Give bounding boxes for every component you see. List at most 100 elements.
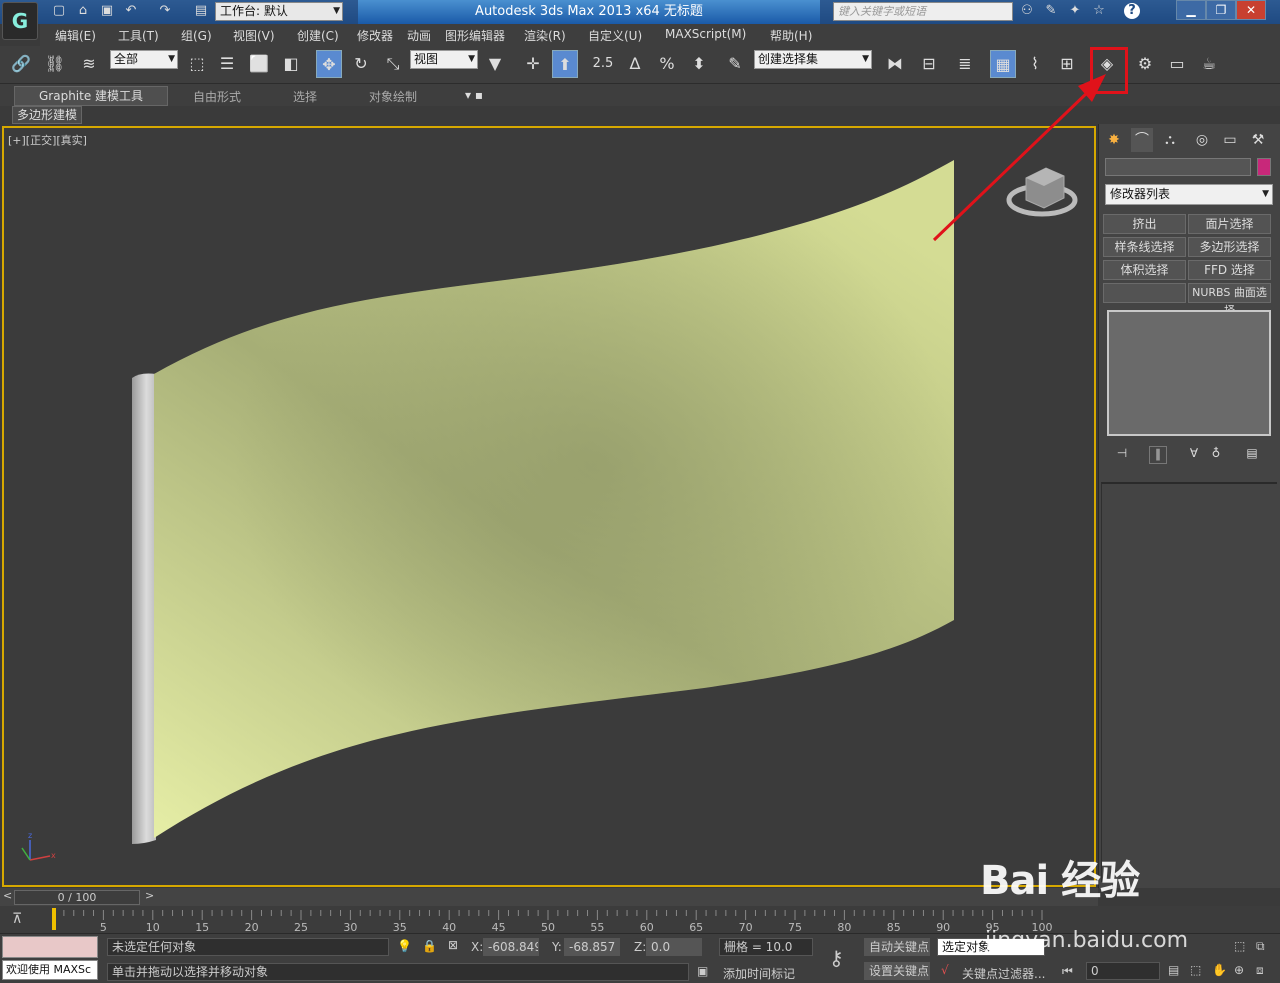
time-prev-icon[interactable]: < (3, 889, 12, 902)
menu-views[interactable]: 视图(V) (233, 27, 275, 44)
current-frame-marker[interactable] (52, 908, 56, 930)
select-object-icon[interactable]: ⬚ (184, 50, 210, 78)
isolate-icon[interactable]: 💡 (397, 939, 412, 953)
menu-graph-editors[interactable]: 图形编辑器 (445, 27, 505, 44)
close-button[interactable]: ✕ (1236, 0, 1266, 20)
auto-key-button[interactable]: 自动关键点 (864, 938, 930, 956)
new-file-icon[interactable]: ▢ (50, 3, 68, 19)
create-tab-icon[interactable]: ✸ (1103, 128, 1125, 152)
tab-graphite-modeling[interactable]: Graphite 建模工具 (14, 86, 169, 106)
selection-filter-dropdown[interactable]: 全部 ▼ (110, 50, 178, 69)
workspace-dropdown[interactable]: 工作台: 默认 ▼ (215, 2, 343, 21)
restore-button[interactable]: ❐ (1206, 0, 1236, 20)
open-file-icon[interactable]: ⌂ (74, 3, 92, 19)
viewport-label[interactable]: [+][正交][真实] (8, 132, 87, 148)
rendered-frame-window-icon[interactable]: ▭ (1164, 50, 1190, 78)
undo-icon[interactable]: ↶ (122, 3, 140, 19)
menu-edit[interactable]: 编辑(E) (55, 27, 96, 44)
lock-selection-icon[interactable]: 🔒 (422, 939, 437, 953)
menu-create[interactable]: 创建(C) (297, 27, 339, 44)
modifier-spline-select-button[interactable]: 样条线选择 (1103, 237, 1186, 257)
menu-group[interactable]: 组(G) (181, 27, 212, 44)
favorites-star-icon[interactable]: ☆ (1090, 3, 1108, 19)
modifier-stack-view[interactable] (1107, 310, 1271, 436)
select-manipulate-icon[interactable]: ✛ (520, 50, 546, 78)
modifier-list-dropdown[interactable]: 修改器列表 ▼ (1105, 184, 1273, 205)
modifier-poly-select-button[interactable]: 多边形选择 (1188, 237, 1271, 257)
go-to-start-icon[interactable]: ⏮ (1062, 964, 1073, 979)
keyboard-shortcut-override-icon[interactable]: ⬆ (552, 50, 578, 78)
modify-tab-icon[interactable]: ⌒ (1131, 128, 1153, 152)
edit-named-selection-icon[interactable]: ✎ (722, 50, 748, 78)
time-config-icon[interactable]: ▤ (1168, 963, 1179, 977)
orbit-icon[interactable]: ⊕ (1234, 963, 1244, 977)
object-name-field[interactable] (1105, 158, 1251, 176)
menu-tools[interactable]: 工具(T) (118, 27, 159, 44)
tab-selection[interactable]: 选择 (293, 88, 317, 105)
rectangular-selection-icon[interactable]: ⬜ (246, 50, 272, 78)
redo-icon[interactable]: ↷ (156, 3, 174, 19)
binoculars-icon[interactable]: ⚇ (1018, 3, 1036, 19)
bind-space-warp-icon[interactable]: ≋ (76, 50, 102, 78)
polygon-modeling-panel[interactable]: 多边形建模 (12, 106, 83, 124)
window-crossing-icon[interactable]: ◧ (278, 50, 304, 78)
y-coord-field[interactable]: -68.857 (564, 938, 620, 956)
zoom-region-icon[interactable]: ⬚ (1190, 963, 1201, 977)
key-filters-button[interactable]: 关键点过滤器... (962, 965, 1045, 982)
search-input[interactable]: 键入关键字或短语 (833, 2, 1013, 21)
time-tag-icon[interactable]: ▣ (697, 964, 708, 978)
reference-coordinate-dropdown[interactable]: 视图 ▼ (410, 50, 478, 69)
maxscript-listener-mini[interactable] (2, 936, 98, 958)
object-color-swatch[interactable] (1257, 158, 1271, 176)
utilities-tab-icon[interactable]: ⚒ (1247, 128, 1269, 152)
ribbon-options-icon[interactable]: ▾ ▪ (465, 88, 483, 102)
help-icon[interactable]: ? (1124, 3, 1140, 19)
modifier-nurbs-select-button[interactable]: NURBS 曲面选择 (1188, 283, 1271, 317)
pan-view-icon[interactable]: ✋ (1212, 963, 1227, 977)
hierarchy-tab-icon[interactable]: ⛬ (1159, 128, 1181, 152)
zoom-extents-all-icon[interactable]: ⧉ (1256, 939, 1265, 954)
subscription-icon[interactable]: ✎ (1042, 3, 1060, 19)
mirror-icon[interactable]: ⧓ (882, 50, 908, 78)
percent-snap-icon[interactable]: % (654, 50, 680, 78)
menu-customize[interactable]: 自定义(U) (588, 27, 642, 44)
absolute-mode-icon[interactable]: ⊠ (448, 938, 458, 952)
maximize-viewport-icon[interactable]: ⧈ (1256, 963, 1264, 978)
modifier-extrude-button[interactable]: 挤出 (1103, 214, 1186, 234)
save-file-icon[interactable]: ▣ (98, 3, 116, 19)
communication-icon[interactable]: ✦ (1066, 3, 1084, 19)
maxscript-prompt[interactable]: 欢迎使用 MAXSc (2, 960, 98, 980)
unlink-icon[interactable]: ⛓ (42, 50, 68, 78)
angle-snap-icon[interactable]: ∆ (622, 50, 648, 78)
menu-animation[interactable]: 动画 (407, 27, 431, 44)
modifier-empty-button[interactable] (1103, 283, 1186, 303)
named-selection-dropdown[interactable]: 创建选择集 ▼ (754, 50, 872, 69)
application-button[interactable]: G (2, 2, 38, 40)
menu-rendering[interactable]: 渲染(R) (524, 27, 566, 44)
project-folder-icon[interactable]: ▤ (192, 3, 210, 19)
modifier-vol-select-button[interactable]: 体积选择 (1103, 260, 1186, 280)
configure-modifier-sets-icon[interactable]: ▤ (1243, 446, 1261, 464)
z-coord-field[interactable]: 0.0 (646, 938, 702, 956)
modifier-ffd-select-button[interactable]: FFD 选择 (1188, 260, 1271, 280)
render-production-icon[interactable]: ☕ (1196, 50, 1222, 78)
display-tab-icon[interactable]: ▭ (1219, 128, 1241, 152)
select-by-name-icon[interactable]: ☰ (214, 50, 240, 78)
tab-freeform[interactable]: 自由形式 (193, 88, 241, 105)
link-icon[interactable]: 🔗 (8, 50, 34, 78)
x-coord-field[interactable]: -608.849 (483, 938, 539, 956)
modifier-patch-select-button[interactable]: 面片选择 (1188, 214, 1271, 234)
menu-help[interactable]: 帮助(H) (770, 27, 812, 44)
set-key-button[interactable]: 设置关键点 (864, 962, 930, 980)
tab-object-paint[interactable]: 对象绘制 (369, 88, 417, 105)
snaps-toggle-icon[interactable]: 2.5 (590, 50, 616, 78)
motion-tab-icon[interactable]: ◎ (1191, 128, 1213, 152)
select-scale-icon[interactable]: ⤡ (380, 50, 406, 78)
pin-stack-icon[interactable]: ⊣ (1113, 446, 1131, 464)
minimize-button[interactable]: ▁ (1176, 0, 1206, 20)
remove-modifier-icon[interactable]: ♁ (1207, 446, 1225, 464)
show-end-result-icon[interactable]: ∥ (1149, 446, 1167, 464)
make-unique-icon[interactable]: ∀ (1185, 446, 1203, 464)
key-icon[interactable]: ⚷ (829, 946, 844, 970)
select-move-icon[interactable]: ✥ (316, 50, 342, 78)
